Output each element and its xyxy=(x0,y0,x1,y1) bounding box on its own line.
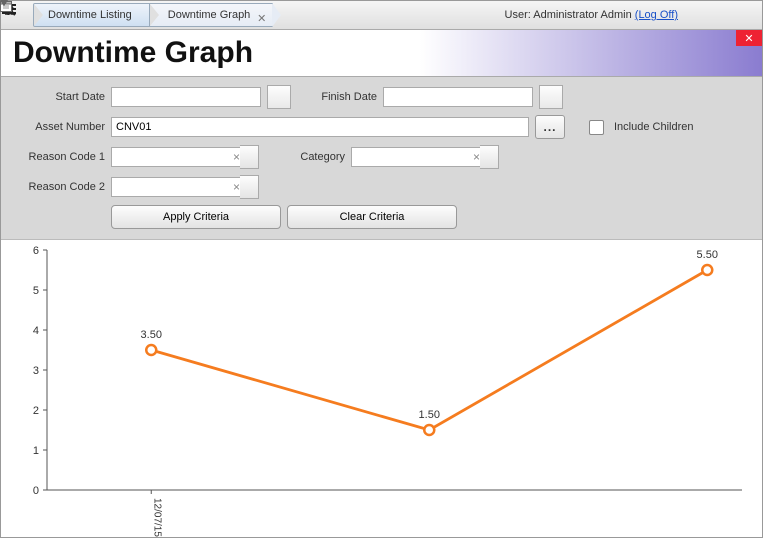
finish-date-label: Finish Date xyxy=(297,91,377,103)
reason1-dropdown-icon[interactable] xyxy=(240,145,259,169)
svg-text:4: 4 xyxy=(33,325,39,337)
start-date-label: Start Date xyxy=(11,91,105,103)
reason2-input[interactable] xyxy=(111,177,251,197)
category-combo: × xyxy=(351,145,499,169)
svg-text:3: 3 xyxy=(33,365,39,377)
logoff-link[interactable]: (Log Off) xyxy=(635,9,678,21)
help-icon[interactable]: ? xyxy=(712,6,730,24)
svg-text:12/07/15: 12/07/15 xyxy=(151,498,162,537)
menu-icon[interactable] xyxy=(738,6,756,24)
reason2-combo: × xyxy=(111,175,259,199)
svg-text:1: 1 xyxy=(33,445,39,457)
breadcrumb-downtime-listing[interactable]: Downtime Listing xyxy=(33,3,151,27)
chart-area: 0 1 2 3 4 5 6 12/07/15 3.50 1.50 5.50 xyxy=(1,240,762,537)
downtime-line-chart: 0 1 2 3 4 5 6 12/07/15 3.50 1.50 5.50 xyxy=(1,240,762,538)
category-dropdown-icon[interactable] xyxy=(480,145,499,169)
finish-date-input[interactable] xyxy=(383,87,533,107)
breadcrumb-downtime-graph[interactable]: Downtime Graph ✕ xyxy=(149,3,274,27)
breadcrumb-label: Downtime Graph xyxy=(168,9,251,21)
page-title: Downtime Graph xyxy=(13,36,253,70)
start-date-input[interactable] xyxy=(111,87,261,107)
search-icon[interactable] xyxy=(686,6,704,24)
topbar: Downtime Listing Downtime Graph ✕ User: … xyxy=(1,1,762,30)
category-input[interactable] xyxy=(351,147,491,167)
app-window: Downtime Listing Downtime Graph ✕ User: … xyxy=(0,0,763,538)
criteria-panel: Start Date Finish Date Asset Number ... … xyxy=(1,77,762,240)
reason2-clear-icon[interactable]: × xyxy=(233,180,240,194)
include-children-checkbox[interactable] xyxy=(589,120,604,135)
topbar-right: User: Administrator Admin (Log Off) ? xyxy=(505,6,756,24)
reason2-dropdown-icon[interactable] xyxy=(240,175,259,199)
start-date-calendar-icon[interactable] xyxy=(267,85,291,109)
close-tab-icon[interactable]: ✕ xyxy=(257,8,266,30)
reason1-label: Reason Code 1 xyxy=(11,151,105,163)
asset-number-label: Asset Number xyxy=(11,121,105,133)
svg-text:5: 5 xyxy=(33,285,39,297)
svg-text:5.50: 5.50 xyxy=(697,249,718,261)
finish-date-calendar-icon[interactable] xyxy=(539,85,563,109)
category-clear-icon[interactable]: × xyxy=(473,150,480,164)
clear-criteria-button[interactable]: Clear Criteria xyxy=(287,205,457,229)
svg-text:6: 6 xyxy=(33,245,39,257)
apply-criteria-button[interactable]: Apply Criteria xyxy=(111,205,281,229)
svg-text:0: 0 xyxy=(33,485,39,497)
breadcrumb-label: Downtime Listing xyxy=(48,9,132,21)
asset-browse-button[interactable]: ... xyxy=(535,115,565,139)
reason2-label: Reason Code 2 xyxy=(11,181,105,193)
reason1-combo: × xyxy=(111,145,259,169)
category-label: Category xyxy=(265,151,345,163)
svg-text:1.50: 1.50 xyxy=(419,409,440,421)
user-label: User: Administrator Admin (Log Off) xyxy=(505,9,678,21)
reason1-clear-icon[interactable]: × xyxy=(233,150,240,164)
include-children-label: Include Children xyxy=(614,121,694,133)
svg-text:3.50: 3.50 xyxy=(141,329,162,341)
asset-number-input[interactable] xyxy=(111,117,529,137)
close-panel-icon[interactable]: ✕ xyxy=(736,30,762,46)
reason1-input[interactable] xyxy=(111,147,251,167)
title-band: Downtime Graph ✕ xyxy=(1,30,762,77)
svg-text:2: 2 xyxy=(33,405,39,417)
